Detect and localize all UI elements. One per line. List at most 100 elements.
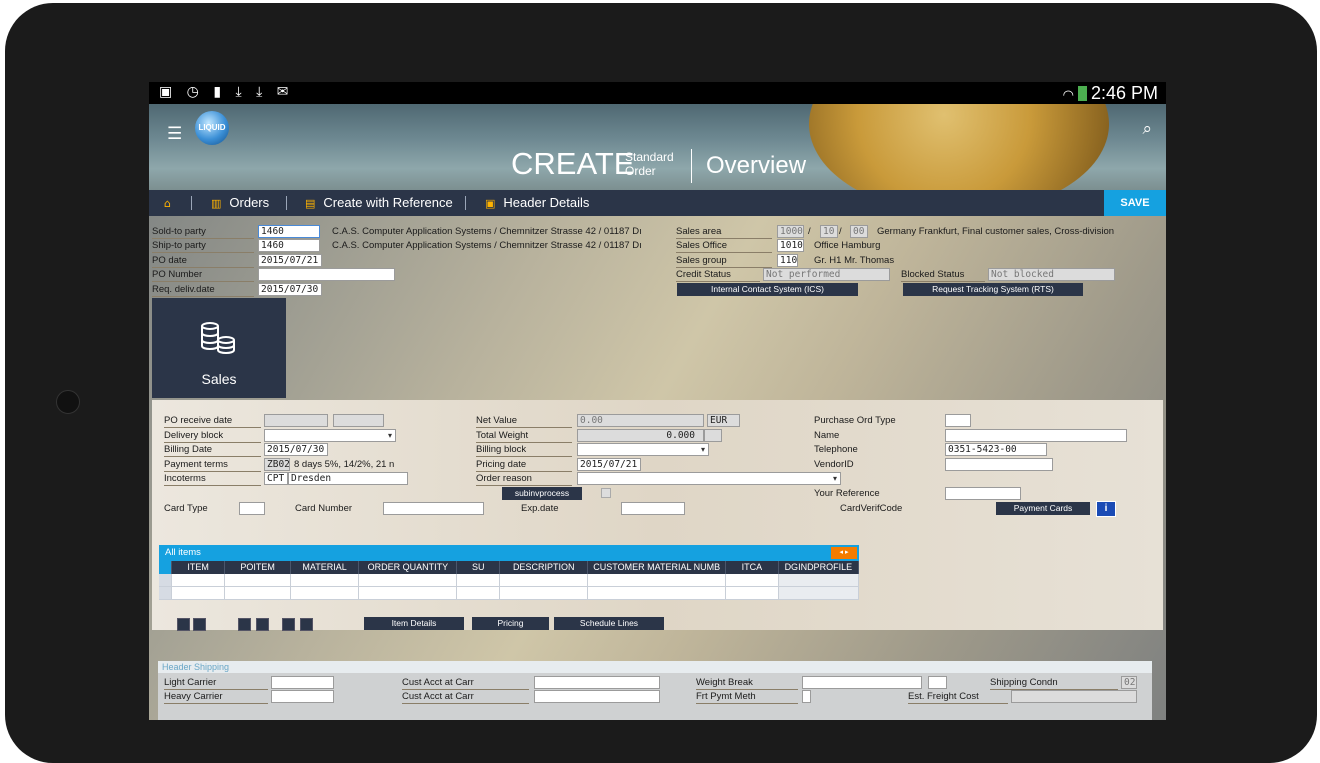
po-receive-label: PO receive date — [164, 415, 261, 428]
billing-date-label: Billing Date — [164, 444, 261, 457]
sales-office-input[interactable]: 1010 — [777, 239, 804, 252]
cust-acct-input-2[interactable] — [534, 690, 660, 703]
net-value-value: 0.00 — [577, 414, 704, 427]
payment-terms-code: ZB02 — [264, 458, 290, 471]
subinvprocess-button[interactable]: subinvprocess — [502, 487, 582, 500]
schedule-lines-button[interactable]: Schedule Lines — [554, 617, 664, 630]
sort-icon[interactable] — [282, 618, 295, 631]
title-divider — [691, 149, 692, 183]
blocked-status-value: Not blocked — [988, 268, 1115, 281]
header-shipping-title: Header Shipping — [158, 661, 1152, 673]
table-row[interactable] — [159, 574, 859, 587]
info-icon[interactable]: i — [1096, 501, 1116, 517]
wifi-icon: ◠ — [1062, 88, 1074, 103]
pricing-button[interactable]: Pricing — [472, 617, 549, 630]
row-selector[interactable] — [159, 587, 172, 599]
purchase-ord-type-label: Purchase Ord Type — [814, 415, 896, 426]
weight-break-input[interactable] — [802, 676, 922, 689]
incoterms-code-input[interactable]: CPT — [264, 472, 288, 485]
card-type-input[interactable] — [239, 502, 265, 515]
weight-unit-value — [704, 429, 722, 442]
req-deliv-input[interactable]: 2015/07/30 — [258, 283, 322, 296]
po-date-input[interactable]: 2015/07/21 — [258, 254, 322, 267]
pricing-date-input[interactable]: 2015/07/21 — [577, 458, 641, 471]
home-button[interactable]: ⌂ — [164, 190, 179, 216]
payment-cards-button[interactable]: Payment Cards — [996, 502, 1090, 515]
billing-date-input[interactable]: 2015/07/30 — [264, 443, 328, 456]
search-icon[interactable]: ⌕ — [1142, 119, 1152, 139]
payment-terms-text: 8 days 5%, 14/2%, 21 n — [294, 459, 395, 470]
light-carrier-input[interactable] — [271, 676, 334, 689]
column-order-quantity[interactable]: ORDER QUANTITY — [359, 561, 458, 574]
order-reason-select[interactable] — [577, 472, 841, 485]
po-number-input[interactable] — [258, 268, 395, 281]
item-details-button[interactable]: Item Details — [364, 617, 464, 630]
weight-break-unit-input[interactable] — [928, 676, 947, 689]
column-itca[interactable]: ITCA — [726, 561, 779, 574]
row-selector[interactable] — [159, 574, 172, 586]
vendorid-input[interactable] — [945, 458, 1053, 471]
deselect-all-icon[interactable] — [256, 618, 269, 631]
est-freight-value — [1011, 690, 1137, 703]
delivery-block-select[interactable] — [264, 429, 396, 442]
select-all-column[interactable] — [159, 561, 172, 574]
orders-button[interactable]: ▥ Orders — [211, 190, 269, 216]
menu-icon[interactable]: ☰ — [167, 124, 182, 144]
clock: 2:46 PM — [1090, 83, 1158, 103]
sales-group-input[interactable]: 110 — [777, 254, 798, 267]
coin-image — [809, 104, 1109, 190]
currency-value: EUR — [707, 414, 740, 427]
ics-button[interactable]: Internal Contact System (ICS) — [677, 283, 858, 296]
po-date-label: PO date — [152, 255, 254, 268]
column-description[interactable]: DESCRIPTION — [500, 561, 589, 574]
card-number-input[interactable] — [383, 502, 484, 515]
column-su[interactable]: SU — [457, 561, 501, 574]
po-number-label: PO Number — [152, 269, 254, 282]
insert-row-icon[interactable] — [177, 618, 190, 631]
billing-block-select[interactable] — [577, 443, 709, 456]
column-poitem[interactable]: POITEM — [225, 561, 291, 574]
po-receive-date-input — [264, 414, 328, 427]
heavy-carrier-input[interactable] — [271, 690, 334, 703]
column-item[interactable]: ITEM — [172, 561, 226, 574]
purchase-ord-type-input[interactable] — [945, 414, 971, 427]
items-toolbar: Item Details Pricing Schedule Lines — [152, 617, 1163, 631]
sales-tab[interactable]: Sales — [152, 298, 286, 398]
select-all-icon[interactable] — [238, 618, 251, 631]
sales-area-label: Sales area — [676, 226, 772, 239]
sold-to-input[interactable]: 1460 — [258, 225, 320, 238]
card-type-label: Card Type — [164, 503, 208, 514]
column-material[interactable]: MATERIAL — [291, 561, 360, 574]
credit-status-label: Credit Status — [676, 269, 760, 282]
scroll-arrows-icon[interactable]: ◂ ▸ — [831, 547, 857, 559]
name-label: Name — [814, 430, 840, 441]
name-input[interactable] — [945, 429, 1127, 442]
status-bar: ▣ ◷ ▮ ⤓ ⤓ ✉ ◠ 2:46 PM — [149, 82, 1166, 104]
table-row[interactable] — [159, 587, 859, 600]
telephone-label: Telephone — [814, 444, 858, 455]
net-value-label: Net Value — [476, 415, 572, 428]
frt-pymt-input[interactable] — [802, 690, 811, 703]
delete-row-icon[interactable] — [193, 618, 206, 631]
cust-acct-input-1[interactable] — [534, 676, 660, 689]
save-button[interactable]: SAVE — [1104, 190, 1166, 216]
create-with-reference-button[interactable]: ▤ Create with Reference — [305, 190, 453, 216]
ship-to-input[interactable]: 1460 — [258, 239, 320, 252]
card-number-label: Card Number — [295, 503, 353, 514]
exp-date-label: Exp.date — [521, 503, 559, 514]
est-freight-label: Est. Freight Cost — [908, 691, 1008, 704]
subinvprocess-checkbox[interactable] — [601, 488, 611, 498]
your-reference-input[interactable] — [945, 487, 1021, 500]
details-icon: ▣ — [485, 197, 496, 210]
column-dgindprofile[interactable]: DGINDPROFILE — [779, 561, 859, 574]
rts-button[interactable]: Request Tracking System (RTS) — [903, 283, 1083, 296]
exp-date-input[interactable] — [621, 502, 685, 515]
items-table: All items ◂ ▸ ITEM POITEM MATERIAL ORDER… — [159, 545, 859, 600]
notification-icons: ▣ ◷ ▮ ⤓ ⤓ ✉ — [159, 84, 294, 100]
header-details-button[interactable]: ▣ Header Details — [485, 190, 589, 216]
telephone-input[interactable]: 0351-5423-00 — [945, 443, 1047, 456]
column-customer-material-number[interactable]: CUSTOMER MATERIAL NUMB — [588, 561, 727, 574]
ship-to-address: C.A.S. Computer Application Systems / Ch… — [332, 240, 642, 251]
incoterms-location-input[interactable]: Dresden — [288, 472, 408, 485]
filter-icon[interactable] — [300, 618, 313, 631]
